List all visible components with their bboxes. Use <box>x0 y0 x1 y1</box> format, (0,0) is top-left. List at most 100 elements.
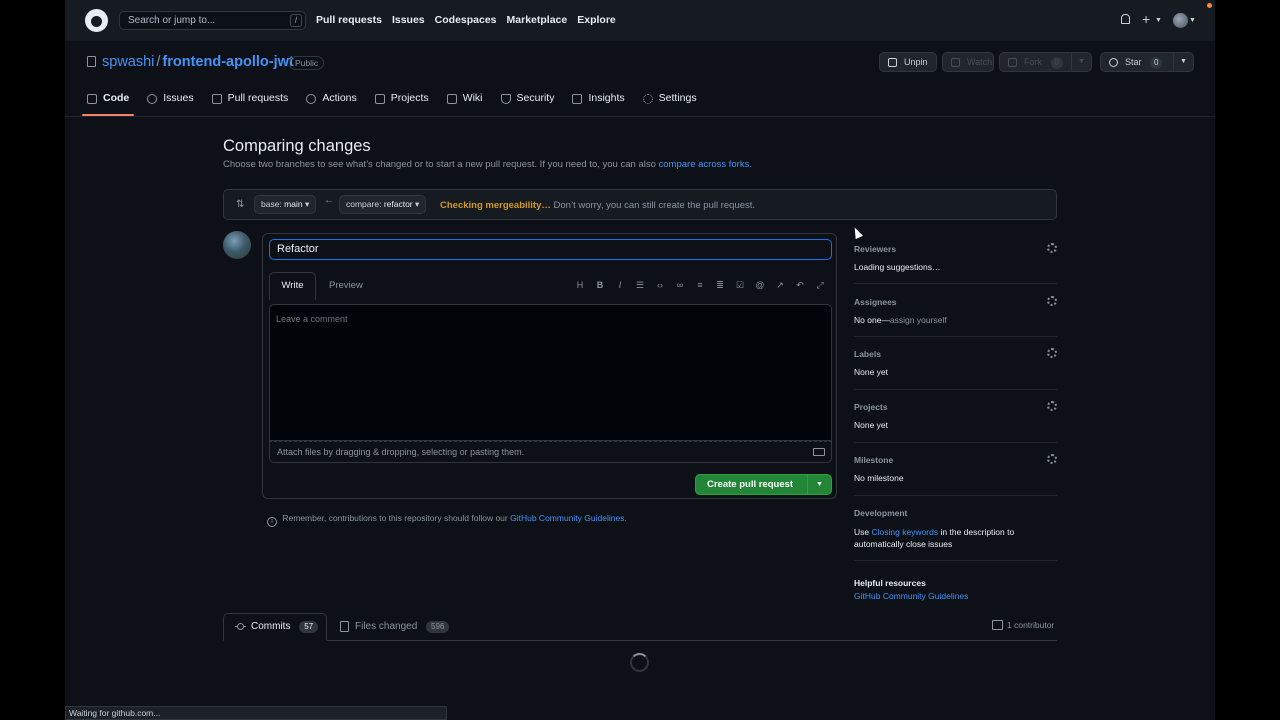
sidebar-assignees[interactable]: Assignees No one—assign yourself <box>854 296 1057 327</box>
community-guidelines-link[interactable]: GitHub Community Guidelines <box>854 591 968 601</box>
sidebar-divider <box>854 495 1057 496</box>
link-icon[interactable]: ∞ <box>670 278 690 292</box>
tab-pull-requests[interactable]: Pull requests <box>211 92 288 116</box>
labels-gear-icon[interactable] <box>1047 348 1057 358</box>
create-dropdown-caret-icon[interactable]: ▼ <box>807 475 831 494</box>
tab-issues-label: Issues <box>163 92 194 104</box>
repo-breadcrumb: spwashi / frontend-apollo-jwt <box>102 54 294 70</box>
page-title: Comparing changes <box>223 137 371 155</box>
markdown-icon[interactable] <box>813 448 825 456</box>
file-diff-icon <box>340 621 349 632</box>
sidebar-labels[interactable]: Labels None yet <box>854 348 1057 379</box>
top-nav: Pull requests Issues Codespaces Marketpl… <box>316 14 616 26</box>
guidelines-link[interactable]: GitHub Community Guidelines. <box>510 513 627 523</box>
avatar <box>223 231 251 259</box>
compare-branch-selector[interactable]: compare: refactor ▾ <box>339 195 427 214</box>
pull-request-form: Refactor Write Preview H B I ☰ ‹› ∞ ≡ ≣ … <box>262 233 837 499</box>
arrow-left-icon: ← <box>324 195 334 206</box>
milestone-heading: Milestone <box>854 455 894 465</box>
base-branch-selector[interactable]: base: main ▾ <box>254 195 317 214</box>
tab-insights[interactable]: Insights <box>572 92 625 116</box>
search-input[interactable]: Search or jump to... / <box>119 11 306 30</box>
tab-actions-label: Actions <box>322 92 357 104</box>
fullscreen-icon[interactable]: ⤢ <box>810 278 830 292</box>
tab-settings-label: Settings <box>658 92 697 104</box>
create-pull-request-button[interactable]: Create pull request ▼ <box>695 474 832 495</box>
bold-icon[interactable]: B <box>590 278 610 292</box>
italic-icon[interactable]: I <box>610 278 630 292</box>
title-input[interactable]: Refactor <box>269 239 832 260</box>
unordered-list-icon[interactable]: ≡ <box>690 278 710 292</box>
development-text-before: Use <box>854 527 870 537</box>
create-menu-caret-icon[interactable]: ▼ <box>1155 17 1162 24</box>
nav-marketplace[interactable]: Marketplace <box>507 14 568 26</box>
nav-issues[interactable]: Issues <box>392 14 425 26</box>
tab-files-changed[interactable]: Files changed 596 <box>340 621 450 633</box>
sidebar-milestone[interactable]: Milestone No milestone <box>854 454 1057 485</box>
tab-preview[interactable]: Preview <box>329 280 363 291</box>
mouse-cursor-icon <box>851 225 863 240</box>
assign-yourself-link[interactable]: assign yourself <box>890 315 947 325</box>
tab-projects-label: Projects <box>390 92 429 104</box>
repo-name-link[interactable]: frontend-apollo-jwt <box>162 54 293 70</box>
eye-icon <box>951 58 960 67</box>
pull-request-icon <box>211 94 222 104</box>
ordered-list-icon[interactable]: ≣ <box>710 278 730 292</box>
tab-insights-label: Insights <box>588 92 625 104</box>
tab-security[interactable]: Security <box>500 92 554 116</box>
reply-icon[interactable]: ↶ <box>790 278 810 292</box>
milestone-gear-icon[interactable] <box>1047 454 1057 464</box>
reviewers-gear-icon[interactable] <box>1047 243 1057 253</box>
task-list-icon[interactable]: ☑ <box>730 278 750 292</box>
contributors-count[interactable]: 1 contributor <box>992 620 1054 630</box>
milestone-value: No milestone <box>854 473 904 483</box>
compare-arrows-icon: ⇅ <box>236 199 245 210</box>
quote-icon[interactable]: ☰ <box>630 278 650 292</box>
comment-placeholder: Leave a comment <box>276 314 348 324</box>
tab-issues[interactable]: Issues <box>147 92 194 116</box>
unpin-button[interactable]: Unpin <box>879 52 937 72</box>
heading-icon[interactable]: H <box>570 278 590 292</box>
closing-keywords-link[interactable]: Closing keywords <box>872 527 939 537</box>
fork-dropdown-caret-icon[interactable]: ▼ <box>1071 53 1091 71</box>
assignees-heading: Assignees <box>854 297 897 307</box>
sidebar-reviewers[interactable]: Reviewers Loading suggestions… <box>854 243 1057 274</box>
watch-button[interactable]: Watch <box>942 52 994 72</box>
tab-commits[interactable]: Commits 57 <box>223 613 327 641</box>
nav-explore[interactable]: Explore <box>577 14 616 26</box>
tab-write[interactable]: Write <box>269 272 316 300</box>
repo-owner-link[interactable]: spwashi <box>102 54 154 70</box>
tab-projects[interactable]: Projects <box>374 92 429 116</box>
loading-spinner-icon <box>630 653 649 672</box>
user-avatar-menu[interactable] <box>1173 13 1188 28</box>
cross-reference-icon[interactable]: ↗ <box>770 278 790 292</box>
attach-files-area[interactable]: Attach files by dragging & dropping, sel… <box>269 441 832 463</box>
star-dropdown-caret-icon[interactable]: ▼ <box>1173 53 1193 71</box>
checking-label: Checking mergeability… <box>440 200 551 211</box>
notifications-bell-icon[interactable] <box>1121 14 1130 24</box>
sidebar-projects[interactable]: Projects None yet <box>854 401 1057 432</box>
assignees-gear-icon[interactable] <box>1047 296 1057 306</box>
code-icon[interactable]: ‹› <box>650 278 670 292</box>
book-icon <box>446 94 457 104</box>
comment-textarea[interactable]: Leave a comment <box>269 304 832 441</box>
fork-button[interactable]: Fork 0 ▼ <box>999 52 1092 72</box>
tab-wiki[interactable]: Wiki <box>446 92 483 116</box>
tab-settings[interactable]: Settings <box>642 92 697 116</box>
nav-codespaces[interactable]: Codespaces <box>435 14 497 26</box>
compare-across-forks-link[interactable]: compare across forks. <box>659 159 752 170</box>
unpin-label: Unpin <box>904 57 928 67</box>
browser-page: Search or jump to... / Pull requests Iss… <box>65 0 1215 720</box>
tab-actions[interactable]: Actions <box>306 92 357 116</box>
star-count: 0 <box>1150 57 1163 69</box>
projects-gear-icon[interactable] <box>1047 401 1057 411</box>
mention-icon[interactable]: @ <box>750 278 770 292</box>
files-count-badge: 596 <box>426 621 450 633</box>
github-logo-icon[interactable] <box>85 9 108 32</box>
nav-pull-requests[interactable]: Pull requests <box>316 14 382 26</box>
star-button[interactable]: Star 0 ▼ <box>1100 52 1194 72</box>
create-new-plus-icon[interactable]: + <box>1142 11 1150 27</box>
avatar-menu-caret-icon[interactable]: ▼ <box>1189 17 1196 24</box>
gear-icon <box>642 94 653 104</box>
tab-code[interactable]: Code <box>81 92 135 116</box>
